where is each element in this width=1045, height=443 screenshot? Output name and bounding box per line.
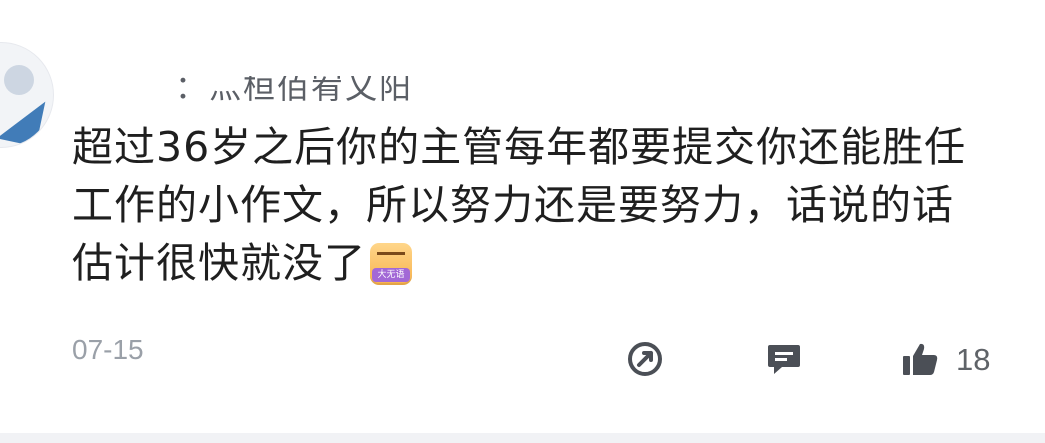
like-count: 18	[956, 342, 991, 377]
thumbs-up-icon[interactable]	[900, 339, 940, 379]
emoji-label: 大无语	[372, 268, 410, 282]
reply-icon[interactable]	[764, 339, 804, 379]
timestamp: 07-15	[72, 334, 144, 365]
emoji-icon: 大无语	[370, 243, 412, 285]
username[interactable]: ：灬桓佰宥乂阳	[175, 76, 413, 108]
avatar-decoration	[4, 65, 34, 95]
avatar-decoration	[0, 93, 46, 147]
emoji-eyes	[377, 252, 405, 259]
comment-card: ：灬桓佰宥乂阳 超过36岁之后你的主管每年都要提交你还能胜任工作的小作文，所以努…	[0, 0, 1045, 443]
comment-text-block: 超过36岁之后你的主管每年都要提交你还能胜任工作的小作文，所以努力还是要努力，话…	[72, 118, 972, 292]
divider-bar	[0, 433, 1045, 443]
comment-text: 超过36岁之后你的主管每年都要提交你还能胜任工作的小作文，所以努力还是要努力，话…	[72, 123, 967, 287]
share-icon[interactable]	[625, 339, 665, 379]
avatar[interactable]	[0, 42, 54, 148]
